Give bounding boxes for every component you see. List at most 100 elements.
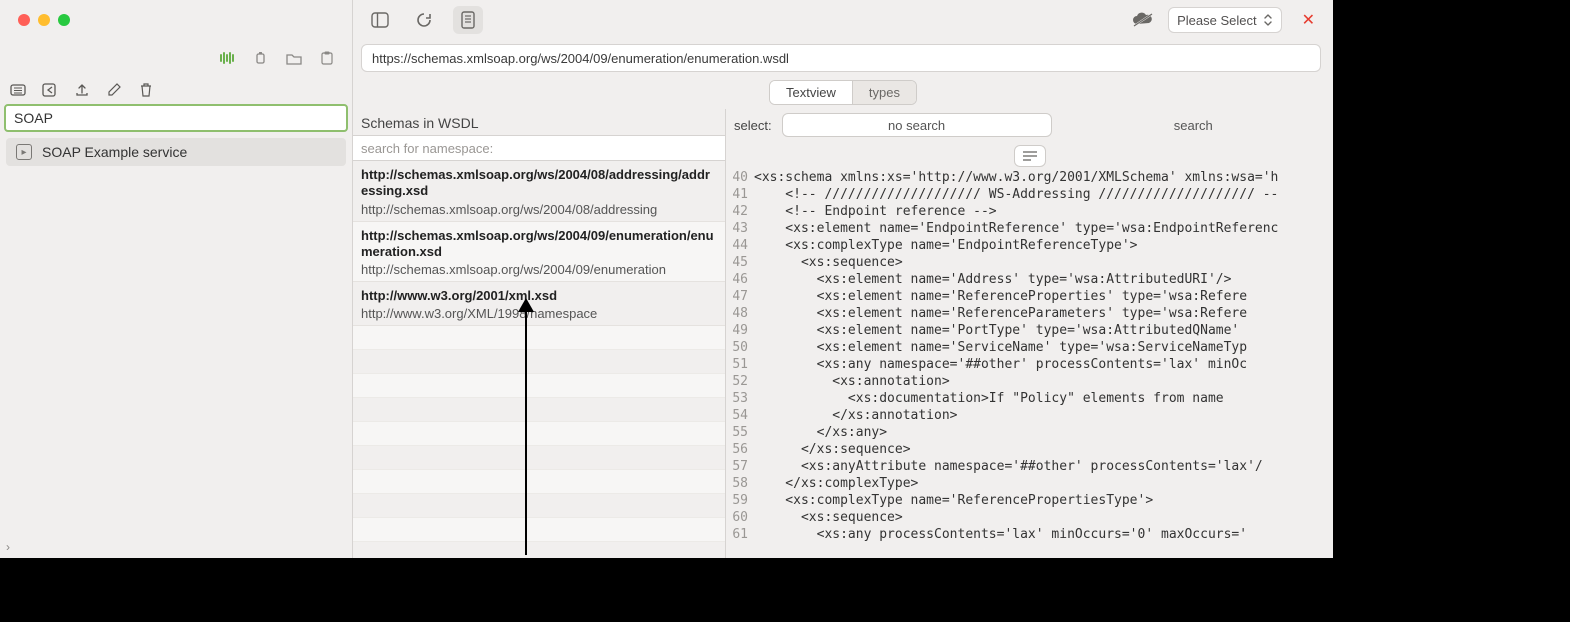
code-line: 51 <xs:any namespace='##other' processCo… — [726, 356, 1333, 373]
edit-icon[interactable] — [106, 82, 122, 98]
line-number: 44 — [726, 237, 754, 254]
window-maximize[interactable] — [58, 14, 70, 26]
code-line: 54 </xs:annotation> — [726, 407, 1333, 424]
code-line: 53 <xs:documentation>If "Policy" element… — [726, 390, 1333, 407]
schema-namespace: http://schemas.xmlsoap.org/ws/2004/08/ad… — [361, 202, 717, 217]
wrap-toggle-button[interactable] — [1014, 145, 1046, 167]
line-number: 52 — [726, 373, 754, 390]
tab-types[interactable]: types — [852, 81, 916, 104]
sidebar-toggle-button[interactable] — [365, 6, 395, 34]
empty-row — [353, 446, 725, 470]
code-text: <xs:any processContents='lax' minOccurs=… — [754, 526, 1333, 543]
empty-row — [353, 494, 725, 518]
empty-row — [353, 374, 725, 398]
list-icon[interactable] — [10, 82, 26, 98]
tree-item-service[interactable]: ▸ SOAP Example service — [6, 138, 346, 166]
code-text: <xs:element name='PortType' type='wsa:At… — [754, 322, 1333, 339]
line-number: 59 — [726, 492, 754, 509]
code-line: 57 <xs:anyAttribute namespace='##other' … — [726, 458, 1333, 475]
line-number: 56 — [726, 441, 754, 458]
line-number: 61 — [726, 526, 754, 543]
empty-row — [353, 326, 725, 350]
code-text: <xs:element name='Address' type='wsa:Att… — [754, 271, 1333, 288]
code-line: 52 <xs:annotation> — [726, 373, 1333, 390]
environment-select-label: Please Select — [1177, 13, 1257, 28]
schema-row[interactable]: http://schemas.xmlsoap.org/ws/2004/08/ad… — [353, 161, 725, 222]
refresh-button[interactable] — [409, 6, 439, 34]
code-line: 61 <xs:any processContents='lax' minOccu… — [726, 526, 1333, 543]
schema-row[interactable]: http://schemas.xmlsoap.org/ws/2004/09/en… — [353, 222, 725, 283]
code-line: 44 <xs:complexType name='EndpointReferen… — [726, 237, 1333, 254]
code-text: <xs:element name='ReferenceParameters' t… — [754, 305, 1333, 322]
window-minimize[interactable] — [38, 14, 50, 26]
code-text: <xs:element name='EndpointReference' typ… — [754, 220, 1333, 237]
code-text: <xs:documentation>If "Policy" elements f… — [754, 390, 1333, 407]
code-text: <xs:sequence> — [754, 509, 1333, 526]
schema-search-placeholder: search for namespace: — [361, 141, 493, 156]
schema-namespace: http://schemas.xmlsoap.org/ws/2004/09/en… — [361, 262, 717, 277]
export-icon[interactable] — [74, 82, 90, 98]
trash-icon[interactable] — [138, 82, 154, 98]
code-line: 58 </xs:complexType> — [726, 475, 1333, 492]
tab-textview[interactable]: Textview — [770, 81, 852, 104]
folder-icon[interactable] — [286, 51, 302, 65]
code-text: <xs:sequence> — [754, 254, 1333, 271]
select-label: select: — [734, 118, 772, 133]
battery-icon[interactable] — [254, 51, 268, 65]
code-line: 50 <xs:element name='ServiceName' type='… — [726, 339, 1333, 356]
code-text: </xs:any> — [754, 424, 1333, 441]
service-tree: ▸ SOAP Example service — [0, 132, 352, 172]
project-header-label: SOAP — [14, 110, 53, 126]
line-number: 47 — [726, 288, 754, 305]
code-text: <xs:complexType name='EndpointReferenceT… — [754, 237, 1333, 254]
tree-item-label: SOAP Example service — [42, 144, 187, 160]
schema-url: http://www.w3.org/2001/xml.xsd — [361, 288, 717, 304]
line-number: 57 — [726, 458, 754, 475]
clipboard-icon[interactable] — [320, 51, 334, 65]
code-line: 41 <!-- //////////////////// WS-Addressi… — [726, 186, 1333, 203]
sidebar-footer: › — [0, 536, 352, 558]
code-line: 49 <xs:element name='PortType' type='wsa… — [726, 322, 1333, 339]
schema-url: http://schemas.xmlsoap.org/ws/2004/08/ad… — [361, 167, 717, 200]
empty-row — [353, 422, 725, 446]
window-controls — [18, 14, 70, 26]
cloud-offline-icon[interactable] — [1132, 12, 1154, 28]
main-toolbar: Please Select ✕ — [353, 0, 1333, 40]
schema-search-input[interactable]: search for namespace: — [353, 135, 725, 161]
code-line: 59 <xs:complexType name='ReferenceProper… — [726, 492, 1333, 509]
url-bar[interactable]: https://schemas.xmlsoap.org/ws/2004/09/e… — [361, 44, 1321, 72]
search-button[interactable]: search — [1062, 118, 1325, 133]
environment-select[interactable]: Please Select — [1168, 7, 1282, 33]
schema-row[interactable]: http://www.w3.org/2001/xml.xsd http://www… — [353, 282, 725, 326]
document-view-button[interactable] — [453, 6, 483, 34]
code-view[interactable]: 40<xs:schema xmlns:xs='http://www.w3.org… — [726, 169, 1333, 558]
code-text: <xs:annotation> — [754, 373, 1333, 390]
code-line: 47 <xs:element name='ReferenceProperties… — [726, 288, 1333, 305]
chevron-updown-icon — [1263, 13, 1273, 27]
line-number: 55 — [726, 424, 754, 441]
line-number: 43 — [726, 220, 754, 237]
types-panel: select: no search search 40<xs:schem — [726, 109, 1333, 558]
import-icon[interactable] — [42, 82, 58, 98]
line-number: 54 — [726, 407, 754, 424]
code-line: 42 <!-- Endpoint reference --> — [726, 203, 1333, 220]
search-button-label: search — [1174, 118, 1213, 133]
activity-icon[interactable] — [220, 51, 236, 65]
schema-list: http://schemas.xmlsoap.org/ws/2004/08/ad… — [353, 161, 725, 558]
project-header[interactable]: SOAP — [4, 104, 348, 132]
code-line: 43 <xs:element name='EndpointReference' … — [726, 220, 1333, 237]
select-input[interactable]: no search — [782, 113, 1052, 137]
code-text: </xs:sequence> — [754, 441, 1333, 458]
close-panel-button[interactable]: ✕ — [1296, 10, 1321, 30]
line-number: 40 — [726, 169, 754, 186]
code-text: <xs:schema xmlns:xs='http://www.w3.org/2… — [754, 169, 1333, 186]
line-number: 58 — [726, 475, 754, 492]
empty-row — [353, 350, 725, 374]
schema-url: http://schemas.xmlsoap.org/ws/2004/09/en… — [361, 228, 717, 261]
schema-namespace: http://www.w3.org/XML/1998/namespace — [361, 306, 717, 321]
window-close[interactable] — [18, 14, 30, 26]
schemas-title: Schemas in WSDL — [353, 109, 725, 135]
code-text: </xs:annotation> — [754, 407, 1333, 424]
chevron-right-icon[interactable]: › — [6, 540, 10, 554]
code-text: <xs:any namespace='##other' processConte… — [754, 356, 1333, 373]
